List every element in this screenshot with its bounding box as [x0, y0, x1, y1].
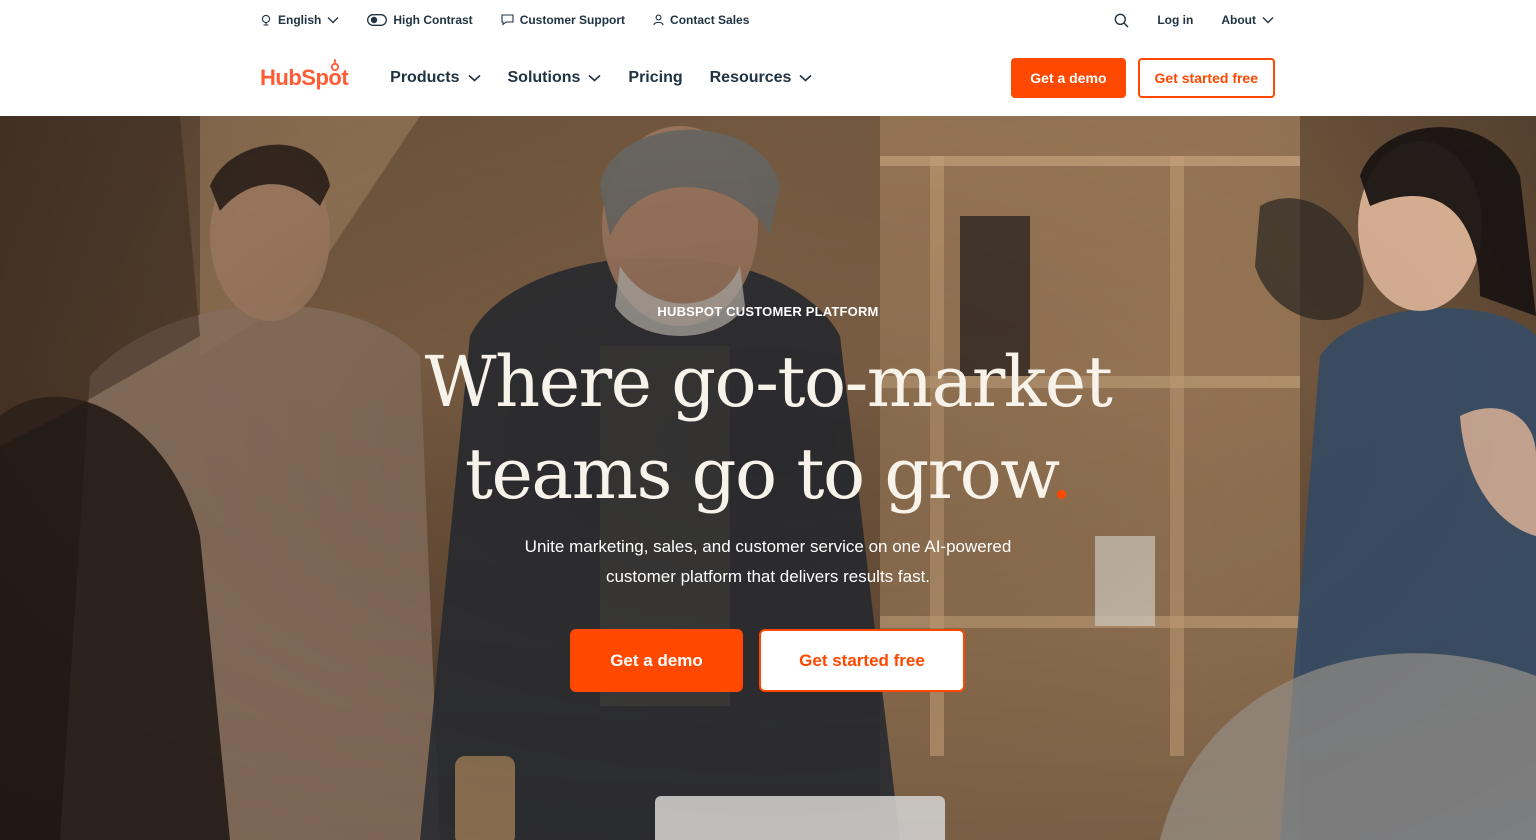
- sprocket-icon: [328, 59, 342, 73]
- utility-bar-inner: English High Contrast Customer Support C…: [260, 0, 1274, 40]
- high-contrast-toggle[interactable]: High Contrast: [367, 13, 473, 27]
- language-label: English: [278, 13, 322, 27]
- hero-section: HUBSPOT CUSTOMER PLATFORM Where go-to-ma…: [0, 116, 1536, 840]
- contact-sales-link[interactable]: Contact Sales: [653, 13, 749, 27]
- search-button[interactable]: [1114, 13, 1129, 28]
- hero-cta-group: Get a demo Get started free: [570, 629, 965, 692]
- hero-content: HUBSPOT CUSTOMER PLATFORM Where go-to-ma…: [0, 116, 1536, 840]
- high-contrast-label: High Contrast: [393, 13, 473, 27]
- hero-headline-line-1: Where go-to-market: [424, 341, 1113, 423]
- nav-item-pricing[interactable]: Pricing: [628, 69, 682, 87]
- about-label: About: [1221, 13, 1256, 27]
- contrast-toggle-icon: [367, 14, 388, 26]
- nav-item-products[interactable]: Products: [390, 69, 481, 87]
- hero-get-started-free-button[interactable]: Get started free: [759, 629, 965, 692]
- login-label: Log in: [1157, 13, 1194, 27]
- chat-bubble-icon: [501, 14, 514, 26]
- chevron-down-icon: [467, 69, 481, 87]
- hero-headline-line-2: teams go to grow: [464, 433, 1052, 515]
- chevron-down-icon: [1262, 16, 1274, 24]
- nav-item-label: Products: [390, 69, 460, 86]
- login-link[interactable]: Log in: [1157, 13, 1193, 27]
- chevron-down-icon: [327, 16, 339, 24]
- nav-links: Products Solutions Pricing Resources: [390, 69, 1011, 87]
- utility-left-group: English High Contrast Customer Support C…: [260, 13, 777, 27]
- nav-item-label: Pricing: [628, 69, 683, 86]
- nav-item-label: Resources: [709, 69, 792, 86]
- nav-item-resources[interactable]: Resources: [710, 69, 813, 87]
- hero-headline-dot: .: [1050, 433, 1072, 515]
- globe-icon: [260, 14, 272, 26]
- main-navigation-inner: HubSpot Products Solutions Pricing Resou…: [260, 40, 1275, 116]
- chevron-down-icon: [799, 69, 812, 87]
- language-selector[interactable]: English: [260, 13, 339, 27]
- hubspot-logo[interactable]: HubSpot: [260, 59, 349, 94]
- search-icon: [1114, 13, 1129, 28]
- contact-sales-label: Contact Sales: [670, 13, 750, 27]
- chevron-down-icon: [588, 69, 601, 87]
- nav-get-started-free-button[interactable]: Get started free: [1137, 58, 1275, 98]
- utility-bar: English High Contrast Customer Support C…: [0, 0, 1536, 40]
- hero-eyebrow: HUBSPOT CUSTOMER PLATFORM: [657, 304, 879, 319]
- nav-cta-group: Get a demo Get started free: [1011, 58, 1275, 98]
- nav-get-demo-button[interactable]: Get a demo: [1011, 58, 1126, 98]
- utility-right-group: Log in About: [1086, 13, 1274, 28]
- hero-get-demo-button[interactable]: Get a demo: [570, 629, 743, 692]
- hero-headline: Where go-to-market teams go to grow.: [368, 336, 1168, 520]
- customer-support-link[interactable]: Customer Support: [501, 13, 625, 27]
- hero-subheadline: Unite marketing, sales, and customer ser…: [524, 537, 1012, 586]
- main-navigation: HubSpot Products Solutions Pricing Resou…: [0, 40, 1536, 116]
- customer-support-label: Customer Support: [519, 13, 626, 27]
- person-icon: [653, 14, 664, 26]
- about-menu[interactable]: About: [1221, 13, 1274, 27]
- nav-item-label: Solutions: [507, 69, 581, 86]
- nav-item-solutions[interactable]: Solutions: [508, 69, 602, 87]
